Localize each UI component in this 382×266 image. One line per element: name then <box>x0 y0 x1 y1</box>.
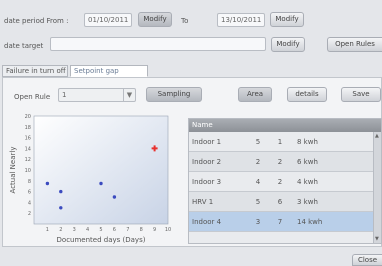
y-tick-label: 18 <box>25 125 31 131</box>
table-row[interactable]: Indoor 3 4 2 4 kwh <box>189 172 381 192</box>
cell-name: Indoor 2 <box>192 158 222 166</box>
details-button[interactable]: details <box>287 87 327 102</box>
y-tick-label: 10 <box>25 168 31 174</box>
open-rule-label: Open Rule <box>14 93 51 101</box>
cell-name: Indoor 4 <box>192 218 222 226</box>
x-axis-label: Documented days (Days) <box>57 236 146 244</box>
data-point <box>112 195 117 199</box>
cell-a: 3 <box>255 218 261 226</box>
x-tick-label: 1 <box>46 227 49 233</box>
open-rule-value: 1 <box>62 91 67 99</box>
table-row[interactable]: Indoor 4 3 7 14 kwh <box>189 212 381 232</box>
cell-name: HRV 1 <box>192 198 214 206</box>
cell-b: 6 <box>277 198 283 206</box>
y-tick-label: 8 <box>28 179 31 185</box>
cell-b: 7 <box>277 218 283 226</box>
x-tick-label: 5 <box>99 227 102 233</box>
x-tick-label: 2 <box>59 227 62 233</box>
y-tick-label: 12 <box>25 157 31 163</box>
scroll-down-icon[interactable]: ▼ <box>375 236 379 242</box>
modify-from-button[interactable]: Modify <box>138 12 172 27</box>
to-label: To <box>181 17 189 25</box>
scatter-chart: 2468101214161820 1 2 3 4 5 6 7 8 9 10 Documented … <box>9 114 171 244</box>
sampling-button[interactable]: Sampling <box>146 87 202 102</box>
cell-energy: 6 kwh <box>297 158 318 166</box>
plot-area <box>33 115 169 225</box>
data-point <box>99 181 103 186</box>
cell-energy: 8 kwh <box>297 138 318 146</box>
x-tick-label: 6 <box>113 227 116 233</box>
cell-energy: 14 kwh <box>297 218 323 226</box>
y-tick-label: 4 <box>28 200 31 206</box>
tab-failure-turn-off[interactable]: Failure in turn off <box>2 65 68 77</box>
to-date-field[interactable]: 13/10/2011 <box>217 13 265 27</box>
table-body: Indoor 1 5 1 8 kwh Indoor 2 2 2 6 kwh Indoor 3 4 2… <box>189 132 381 232</box>
cell-b: 2 <box>277 178 283 186</box>
cell-b: 1 <box>277 138 283 146</box>
tab-setpoint-gap[interactable]: Setpoint gap <box>70 65 148 77</box>
cell-a: 5 <box>255 198 261 206</box>
date-period-label: date period From : <box>4 17 69 25</box>
save-button[interactable]: Save <box>341 87 381 102</box>
y-tick-label: 2 <box>28 211 31 217</box>
table-header: Name <box>189 119 381 132</box>
from-date-field[interactable]: 01/10/2011 <box>84 13 132 27</box>
modify-to-button[interactable]: Modify <box>270 12 304 27</box>
x-tick-label: 4 <box>86 227 89 233</box>
cell-a: 5 <box>255 138 261 146</box>
table-row[interactable]: HRV 1 5 6 3 kwh <box>189 192 381 212</box>
open-rules-button[interactable]: Open Rules <box>327 37 382 52</box>
area-button[interactable]: Area <box>238 87 272 102</box>
x-tick-label: 9 <box>153 227 156 233</box>
x-tick-label: 3 <box>73 227 76 233</box>
y-tick-label: 14 <box>25 146 31 152</box>
open-rule-select[interactable]: 1 ▼ <box>58 88 136 102</box>
y-axis-label: Actual Nearly <box>9 147 17 194</box>
cell-energy: 3 kwh <box>297 198 318 206</box>
table-row[interactable]: Indoor 1 5 1 8 kwh <box>189 132 381 152</box>
modify-target-button[interactable]: Modify <box>271 37 305 52</box>
x-tick-label: 8 <box>140 227 143 233</box>
chevron-down-icon[interactable]: ▼ <box>123 89 135 101</box>
cell-energy: 4 kwh <box>297 178 318 186</box>
scroll-up-icon[interactable]: ▲ <box>375 133 379 139</box>
table-row[interactable]: Indoor 2 2 2 6 kwh <box>189 152 381 172</box>
cell-name: Indoor 3 <box>192 178 222 186</box>
y-tick-label: 6 <box>28 190 31 196</box>
x-tick-label: 7 <box>126 227 129 233</box>
data-point <box>59 189 63 194</box>
results-table: Name Indoor 1518 kwh Indoor 2226 kwh Indoo… <box>188 118 382 244</box>
cell-a: 4 <box>255 178 261 186</box>
table-scrollbar[interactable]: ▲ ▼ <box>373 132 381 243</box>
y-tick-label: 20 <box>25 114 31 120</box>
data-point <box>45 181 50 186</box>
date-target-field[interactable] <box>50 37 266 51</box>
cell-b: 2 <box>277 158 283 166</box>
data-point <box>59 206 63 210</box>
close-button[interactable]: Close <box>352 254 382 266</box>
date-target-label: date target <box>4 42 44 50</box>
cell-name: Indoor 1 <box>192 138 222 146</box>
x-tick-label: 10 <box>165 227 171 233</box>
cell-a: 2 <box>255 158 261 166</box>
y-tick-label: 16 <box>25 136 31 142</box>
